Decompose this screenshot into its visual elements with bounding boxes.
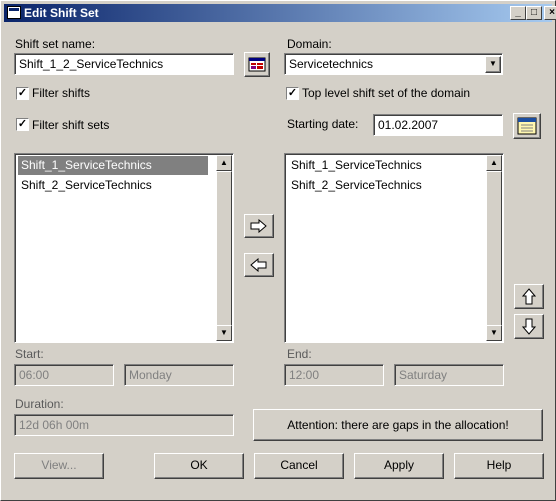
minimize-button[interactable]: _ <box>510 6 526 20</box>
chevron-down-icon: ▼ <box>489 59 497 68</box>
list-item[interactable]: Shift_2_ServiceTechnics <box>18 176 208 195</box>
domain-value: Servicetechnics <box>289 57 374 71</box>
move-down-button[interactable] <box>514 314 544 339</box>
right-list-scrollbar[interactable]: ▲ ▼ <box>486 155 502 341</box>
filter-shift-sets-label: Filter shift sets <box>32 118 110 132</box>
scroll-up-icon[interactable]: ▲ <box>486 155 502 171</box>
maximize-button[interactable]: □ <box>526 6 542 20</box>
left-scroll-thumb[interactable] <box>216 171 232 327</box>
duration-field: 12d 06h 00m <box>14 414 234 436</box>
end-time-field: 12:00 <box>284 364 384 386</box>
cancel-button[interactable]: Cancel <box>254 453 344 479</box>
list-item[interactable]: Shift_2_ServiceTechnics <box>288 176 478 195</box>
available-shifts-list[interactable]: Shift_1_ServiceTechnics Shift_2_ServiceT… <box>14 153 234 343</box>
starting-date-input[interactable]: 01.02.2007 <box>373 114 503 136</box>
calendar-button[interactable] <box>513 113 541 139</box>
move-up-button[interactable] <box>514 284 544 309</box>
end-day-field: Saturday <box>394 364 504 386</box>
shift-set-picker-icon <box>248 57 266 72</box>
list-item[interactable]: Shift_1_ServiceTechnics <box>18 156 208 175</box>
right-scroll-thumb[interactable] <box>486 171 502 327</box>
arrow-right-icon <box>250 219 267 233</box>
ok-button[interactable]: OK <box>154 453 244 479</box>
start-day-field: Monday <box>124 364 234 386</box>
starting-date-label: Starting date: <box>287 117 359 131</box>
filter-shifts-checkbox[interactable]: ✓ <box>16 87 29 100</box>
shift-set-picker-button[interactable] <box>244 52 270 77</box>
help-button[interactable]: Help <box>454 453 544 479</box>
domain-dropdown-button[interactable]: ▼ <box>485 56 501 73</box>
edit-shift-set-dialog: Edit Shift Set _ □ × Shift set name: Shi… <box>0 0 556 501</box>
list-item[interactable]: Shift_1_ServiceTechnics <box>288 156 478 175</box>
apply-button[interactable]: Apply <box>354 453 444 479</box>
arrow-left-icon <box>250 258 267 272</box>
top-level-checkbox[interactable]: ✓ <box>286 87 299 100</box>
arrow-down-icon <box>522 318 536 335</box>
scroll-up-icon[interactable]: ▲ <box>216 155 232 171</box>
filter-shift-sets-checkbox[interactable]: ✓ <box>16 118 29 131</box>
scroll-down-icon[interactable]: ▼ <box>216 325 232 341</box>
add-to-set-button[interactable] <box>244 214 274 238</box>
duration-label: Duration: <box>15 397 64 411</box>
domain-select[interactable]: Servicetechnics <box>284 53 503 75</box>
arrow-up-icon <box>522 288 536 305</box>
shift-set-name-input[interactable]: Shift_1_2_ServiceTechnics <box>14 53 234 75</box>
close-button[interactable]: × <box>544 6 556 20</box>
left-list-scrollbar[interactable]: ▲ ▼ <box>216 155 232 341</box>
remove-from-set-button[interactable] <box>244 253 274 277</box>
title-bar[interactable]: Edit Shift Set _ □ × <box>4 4 556 22</box>
gap-warning: Attention: there are gaps in the allocat… <box>253 409 543 441</box>
filter-shifts-label: Filter shifts <box>32 86 91 100</box>
calendar-icon <box>517 117 537 135</box>
start-label: Start: <box>15 347 44 361</box>
view-button[interactable]: View... <box>14 453 104 479</box>
shift-set-name-label: Shift set name: <box>15 37 96 51</box>
app-icon <box>7 6 21 19</box>
end-label: End: <box>287 347 312 361</box>
window-title: Edit Shift Set <box>24 6 99 20</box>
scroll-down-icon[interactable]: ▼ <box>486 325 502 341</box>
shift-set-members-list[interactable]: Shift_1_ServiceTechnics Shift_2_ServiceT… <box>284 153 504 343</box>
domain-label: Domain: <box>287 37 332 51</box>
start-time-field: 06:00 <box>14 364 114 386</box>
top-level-label: Top level shift set of the domain <box>302 86 471 100</box>
